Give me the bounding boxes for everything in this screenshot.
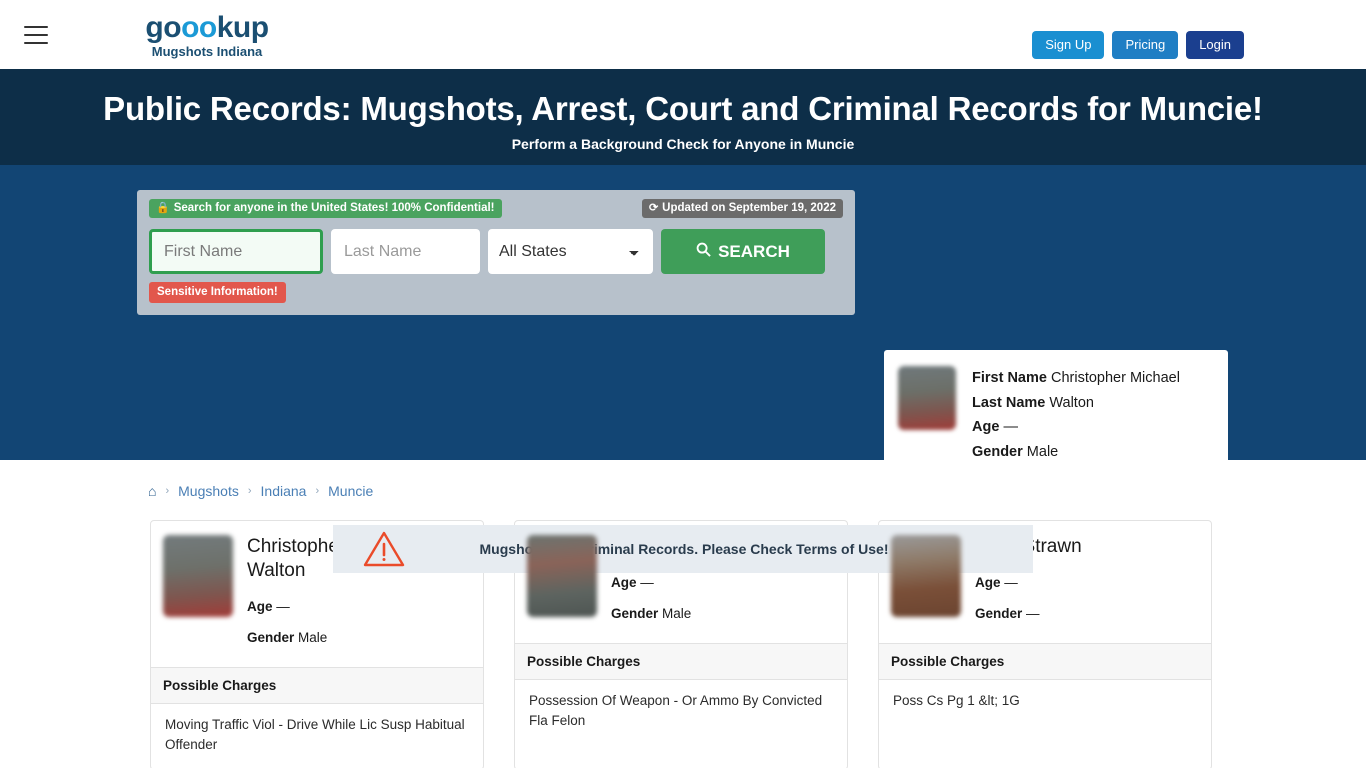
result-card[interactable]: Allen StrawnAge —Gender —Possible Charge… bbox=[878, 520, 1212, 768]
gender-label: Gender bbox=[247, 630, 295, 645]
warning-triangle-icon bbox=[363, 530, 405, 568]
logo-part-kup: kup bbox=[216, 11, 269, 44]
last-name-input[interactable] bbox=[331, 229, 480, 274]
search-panel: 🔒 Search for anyone in the United States… bbox=[137, 190, 855, 315]
logo-wordmark: goookup bbox=[137, 12, 277, 44]
hamburger-line bbox=[24, 41, 48, 44]
result-gender-row: Gender Male bbox=[247, 622, 471, 653]
gender-value: — bbox=[1026, 606, 1040, 621]
login-button[interactable]: Login bbox=[1186, 31, 1244, 59]
featured-gender-row: Gender Male bbox=[972, 440, 1180, 465]
possible-charges-header: Possible Charges bbox=[151, 667, 483, 704]
logo-part-go: go bbox=[145, 11, 182, 44]
last-name-value: Walton bbox=[1049, 394, 1094, 411]
age-label: Age bbox=[972, 419, 1000, 435]
breadcrumb-item-mugshots[interactable]: Mugshots bbox=[178, 483, 239, 499]
search-section: 🔒 Search for anyone in the United States… bbox=[0, 165, 1366, 573]
header-action-buttons: Sign Up Pricing Login bbox=[1032, 31, 1244, 59]
age-label: Age bbox=[247, 599, 273, 614]
search-button[interactable]: SEARCH bbox=[661, 229, 825, 274]
result-gender-row: Gender Male bbox=[611, 598, 738, 629]
pricing-button[interactable]: Pricing bbox=[1112, 31, 1179, 59]
updated-badge-label: Updated on September 19, 2022 bbox=[662, 201, 836, 214]
first-name-input[interactable] bbox=[149, 229, 323, 274]
featured-person-card[interactable]: First Name Christopher Michael Last Name… bbox=[884, 350, 1228, 496]
featured-first-name-row: First Name Christopher Michael bbox=[972, 366, 1180, 391]
state-select[interactable]: All States bbox=[488, 229, 653, 274]
hero-banner: Public Records: Mugshots, Arrest, Court … bbox=[0, 69, 1366, 165]
result-gender-row: Gender — bbox=[975, 598, 1082, 629]
age-value: — bbox=[276, 599, 290, 614]
breadcrumb-separator: › bbox=[165, 485, 170, 497]
page-subtitle: Perform a Background Check for Anyone in… bbox=[511, 136, 855, 152]
possible-charges-text: Possession Of Weapon - Or Ammo By Convic… bbox=[529, 693, 823, 728]
mugshot-thumbnail bbox=[163, 535, 233, 617]
logo-subtitle: Mugshots Indiana bbox=[151, 44, 263, 59]
age-label: Age bbox=[611, 575, 637, 590]
home-icon[interactable]: ⌂ bbox=[148, 483, 156, 499]
hamburger-line bbox=[24, 25, 48, 28]
hamburger-line bbox=[24, 33, 48, 36]
gender-value: Male bbox=[1026, 443, 1059, 460]
first-name-label: First Name bbox=[972, 370, 1047, 386]
gender-value: Male bbox=[298, 630, 328, 645]
confidential-badge-label: Search for anyone in the United States! … bbox=[173, 201, 495, 214]
mugshot-thumbnail bbox=[527, 535, 597, 617]
site-logo[interactable]: goookup Mugshots Indiana bbox=[137, 12, 277, 60]
age-label: Age bbox=[975, 575, 1001, 590]
age-value: — bbox=[1004, 575, 1018, 590]
age-value: — bbox=[640, 575, 654, 590]
sign-up-button[interactable]: Sign Up bbox=[1032, 31, 1105, 59]
search-button-label: SEARCH bbox=[718, 241, 790, 261]
breadcrumb-separator: › bbox=[247, 485, 252, 497]
confidential-badge: 🔒 Search for anyone in the United States… bbox=[149, 198, 502, 218]
terms-warning-text: Mugshots and Criminal Records. Please Ch… bbox=[479, 541, 889, 557]
age-value: — bbox=[1003, 419, 1018, 435]
lock-icon: 🔒 bbox=[156, 201, 170, 214]
logo-part-oo: oo bbox=[181, 11, 217, 44]
gender-label: Gender bbox=[972, 443, 1023, 460]
gender-label: Gender bbox=[611, 606, 659, 621]
last-name-label: Last Name bbox=[972, 394, 1046, 411]
gender-label: Gender bbox=[975, 606, 1023, 621]
breadcrumb-item-muncie[interactable]: Muncie bbox=[328, 483, 373, 499]
possible-charges-header: Possible Charges bbox=[515, 643, 847, 680]
sensitive-information-badge: Sensitive Information! bbox=[149, 282, 286, 303]
result-age-row: Age — bbox=[247, 591, 471, 622]
updated-badge: ⟳ Updated on September 19, 2022 bbox=[641, 198, 843, 218]
top-navigation-bar: goookup Mugshots Indiana Sign Up Pricing… bbox=[0, 0, 1366, 69]
results-section: ⌂ › Mugshots › Indiana › Muncie Christop… bbox=[0, 460, 1366, 768]
possible-charges-header: Possible Charges bbox=[879, 643, 1211, 680]
featured-last-name-row: Last Name Walton bbox=[972, 391, 1180, 416]
result-card-header: Allen StrawnAge —Gender — bbox=[879, 521, 1211, 643]
breadcrumb-separator: › bbox=[315, 485, 320, 497]
possible-charges-text: Moving Traffic Viol - Drive While Lic Su… bbox=[165, 717, 465, 752]
gender-value: Male bbox=[662, 606, 692, 621]
featured-age-row: Age — bbox=[972, 415, 1180, 440]
search-panel-badges: 🔒 Search for anyone in the United States… bbox=[149, 198, 843, 218]
featured-person-fields: First Name Christopher Michael Last Name… bbox=[972, 366, 1180, 480]
first-name-value: Christopher Michael bbox=[1050, 370, 1180, 386]
possible-charges-text: Poss Cs Pg 1 &lt; 1G bbox=[893, 693, 1020, 708]
page-title: Public Records: Mugshots, Arrest, Court … bbox=[103, 90, 1263, 127]
refresh-icon: ⟳ bbox=[648, 201, 659, 214]
breadcrumb-item-indiana[interactable]: Indiana bbox=[261, 483, 307, 499]
magnifier-icon bbox=[696, 242, 711, 262]
hamburger-menu-icon[interactable] bbox=[24, 25, 48, 44]
avatar bbox=[898, 366, 956, 430]
search-form: All States SEARCH bbox=[149, 229, 843, 274]
mugshot-thumbnail bbox=[891, 535, 961, 617]
